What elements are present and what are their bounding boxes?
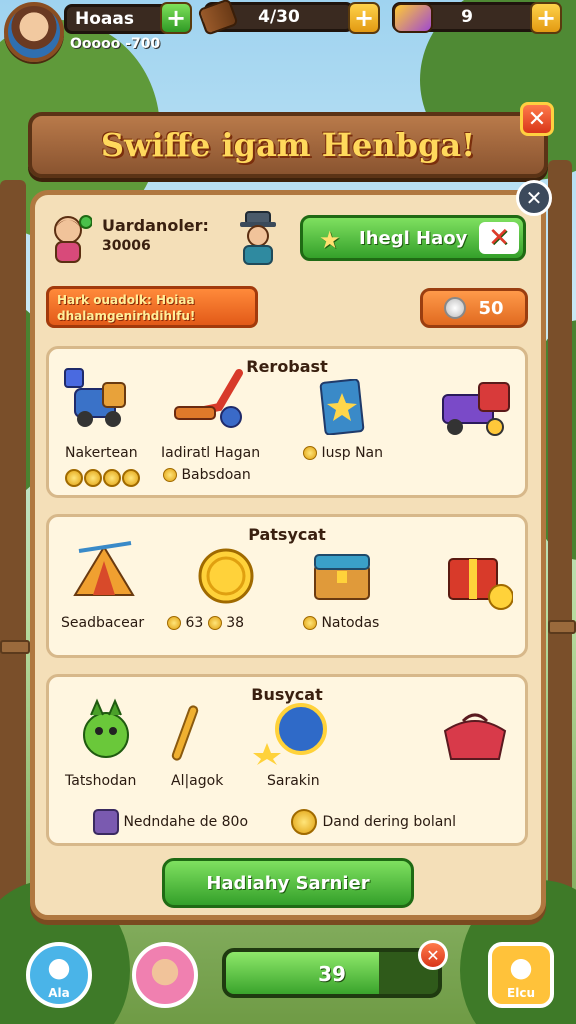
- section-rerobast: Rerobast Nakertean Iadiratl Hagan Babsdo…: [46, 346, 528, 498]
- toy-truck-icon[interactable]: [63, 365, 135, 431]
- item-label: Tatshodan: [65, 773, 137, 789]
- shop-button-label: Elcu: [507, 986, 535, 1000]
- coin-icon: [291, 809, 317, 835]
- footer-left: Nedndahe de 80o: [93, 809, 248, 835]
- ghost-button[interactable]: Ala: [26, 942, 92, 1008]
- card-icon[interactable]: [319, 379, 365, 435]
- profile-button[interactable]: [132, 942, 198, 1008]
- wood-icon: [197, 0, 239, 36]
- add-gems-button[interactable]: +: [530, 2, 562, 34]
- silver-coin-icon: [444, 297, 467, 319]
- footer-right: Dand dering bolanl: [291, 809, 456, 835]
- item-label: Seadbacear: [61, 615, 145, 631]
- gift-box-icon[interactable]: [441, 545, 513, 611]
- plant-creature-icon[interactable]: [71, 697, 141, 767]
- close-panel-button[interactable]: ✕: [516, 180, 552, 216]
- info-line-2: dhalamgenirhdihlfu!: [57, 309, 196, 323]
- item-label: Sarakin: [267, 773, 320, 789]
- progress-bar: 39: [222, 948, 442, 998]
- ghost-button-label: Ala: [48, 986, 70, 1000]
- stick-icon[interactable]: [165, 703, 205, 763]
- item-label: Iusp Nan: [303, 445, 383, 461]
- item-label: Nakertean: [65, 445, 138, 461]
- progress-value: 39: [318, 962, 346, 986]
- treasure-chest-icon[interactable]: [311, 547, 373, 603]
- add-wood-button[interactable]: +: [348, 2, 380, 34]
- coin-icon: [167, 616, 181, 630]
- coin-icon: [303, 446, 317, 460]
- player-id: Ooooo -700: [70, 36, 161, 52]
- add-friend-button[interactable]: +: [160, 2, 192, 34]
- gems-icon: [393, 3, 433, 33]
- kid-character-icon: [54, 215, 92, 263]
- item-sub-label: Babsdoan: [163, 467, 251, 483]
- player-label: Uardanoler:: [102, 216, 209, 235]
- section-patsycat: Patsycat Seadbacear 63 38 Natodas: [46, 514, 528, 658]
- item-label: Al|agok: [171, 773, 224, 789]
- medal-icon[interactable]: [253, 699, 329, 765]
- info-banner: Hark ouadolk: Hoiaa dhalamgenirhdihlfu!: [46, 286, 258, 328]
- action-button-label: Ihegl Haoy: [359, 227, 468, 249]
- progress-close-button[interactable]: ✕: [418, 940, 448, 970]
- info-line-1: Hark ouadolk: Hoiaa: [57, 293, 195, 307]
- coin-icon: [207, 616, 222, 630]
- scooter-icon[interactable]: [169, 367, 253, 433]
- shop-button[interactable]: Elcu: [488, 942, 554, 1008]
- coin-counter[interactable]: 50: [420, 288, 528, 328]
- item-label: Iadiratl Hagan: [161, 445, 261, 461]
- book-icon: [93, 809, 119, 835]
- wood-amount: 4/30: [258, 7, 300, 27]
- window-title: Swiffe igam Henbga!: [100, 126, 476, 164]
- player-avatar[interactable]: [4, 2, 64, 62]
- coin-row-icon: [65, 467, 141, 487]
- tent-icon[interactable]: [71, 541, 137, 603]
- claim-button[interactable]: Hadiahy Sarnier: [162, 858, 414, 908]
- wood-pill: 4/30: [197, 0, 354, 36]
- action-button[interactable]: ★ Ihegl Haoy ✕: [300, 215, 526, 261]
- coin-icon: [163, 468, 177, 482]
- top-hud: Hoaas + Ooooo -700 4/30 + 9 +: [0, 0, 576, 64]
- red-bag-icon[interactable]: [439, 707, 511, 763]
- item-label: 63 38: [167, 615, 244, 631]
- section-busycat: Busycat Tatshodan Al|agok Sarakin Nednda…: [46, 674, 528, 846]
- item-label: Natodas: [303, 615, 379, 631]
- title-banner: Swiffe igam Henbga!: [28, 112, 548, 178]
- player-name-pill: Hoaas: [64, 4, 172, 34]
- gold-coin-icon[interactable]: [197, 547, 255, 605]
- star-icon: ★: [319, 226, 341, 254]
- gems-amount: 9: [461, 7, 473, 27]
- close-window-button[interactable]: ✕: [520, 102, 554, 136]
- coin-value: 50: [478, 297, 504, 319]
- gems-pill: 9: [392, 2, 542, 33]
- coin-icon: [303, 616, 317, 630]
- claim-button-label: Hadiahy Sarnier: [206, 872, 370, 894]
- player-name: Hoaas: [75, 9, 134, 29]
- merchant-character-icon: [240, 211, 276, 265]
- player-sub-value: 30006: [102, 238, 151, 254]
- purple-truck-icon[interactable]: [439, 375, 515, 441]
- dismiss-action-button[interactable]: ✕: [479, 222, 519, 254]
